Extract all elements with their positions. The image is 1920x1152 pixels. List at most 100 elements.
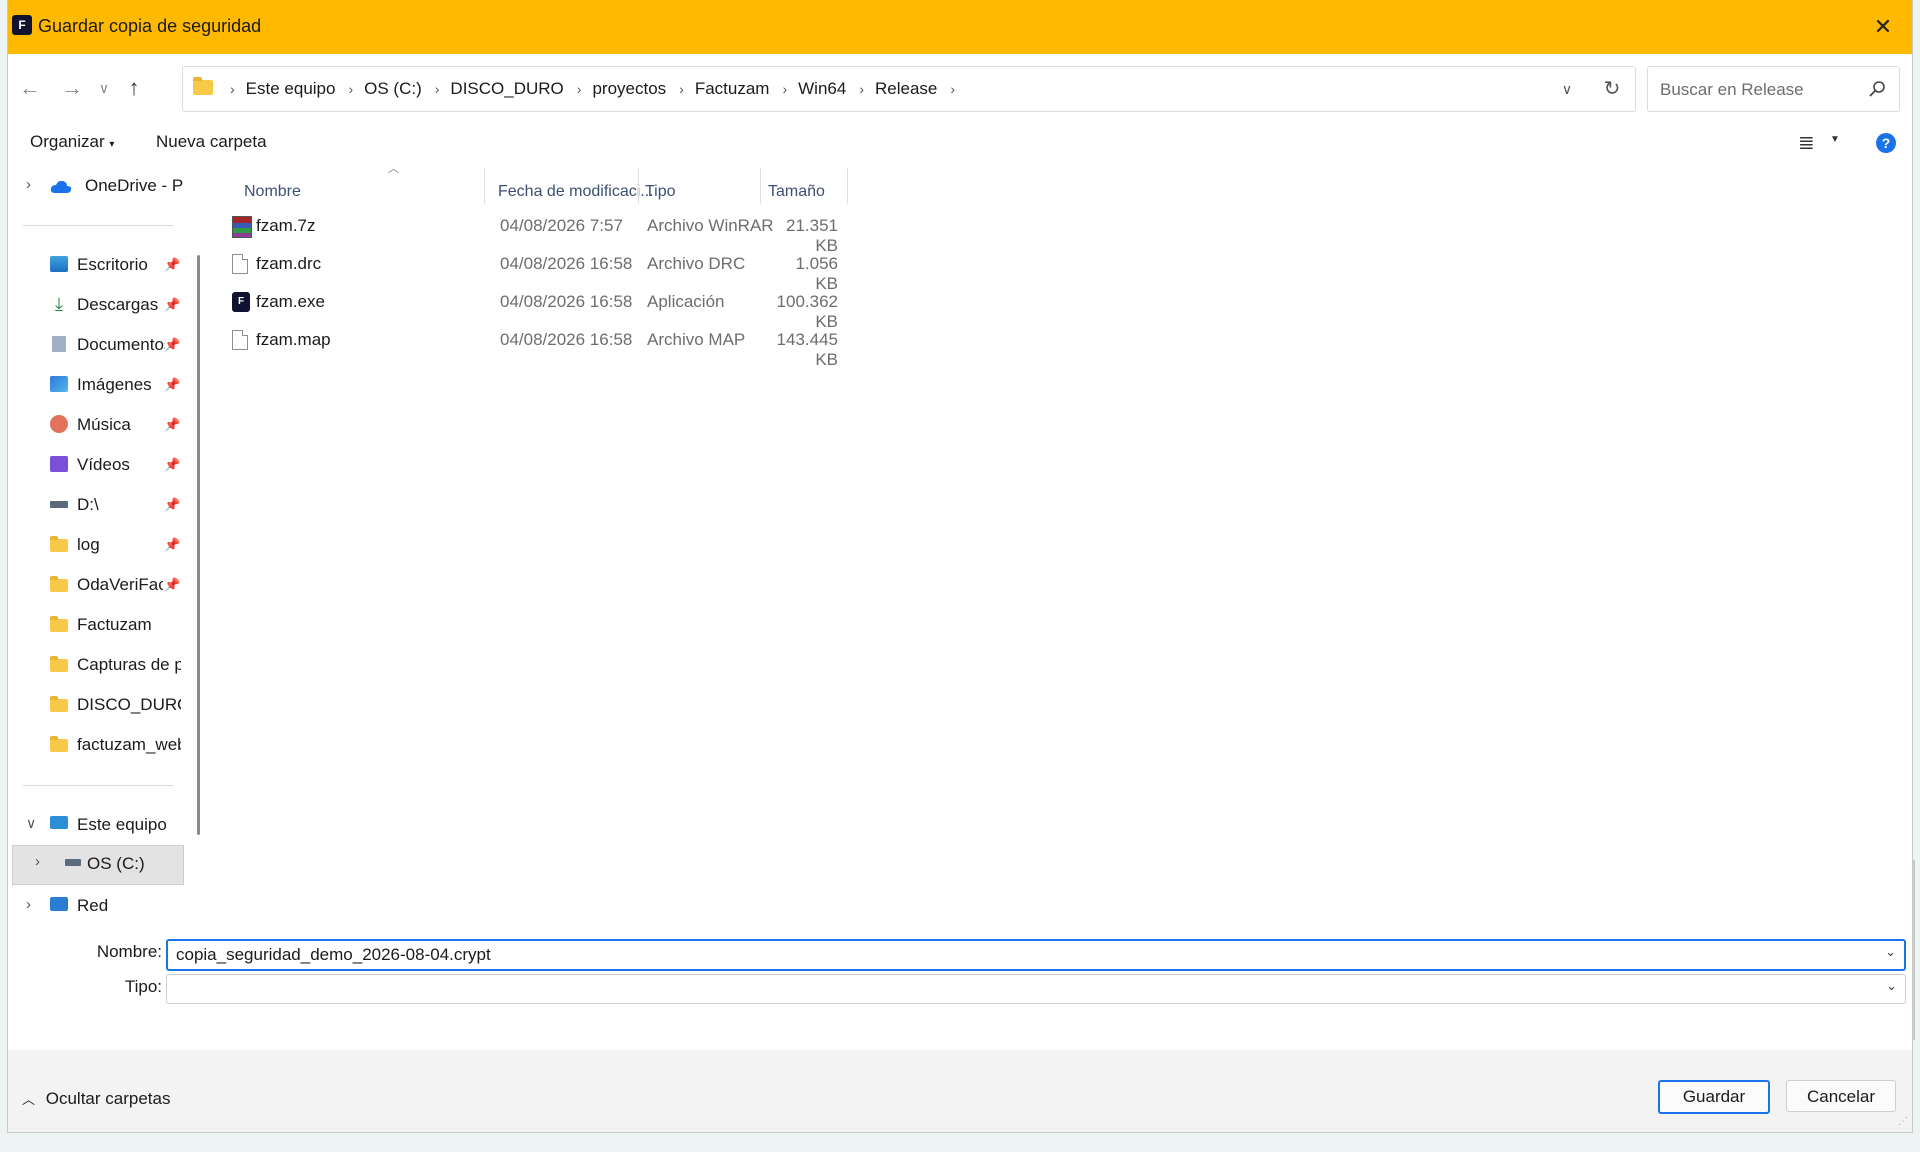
sidebar-item-videos[interactable]: Vídeos 📌 xyxy=(8,449,184,481)
chevron-right-icon[interactable]: › xyxy=(35,853,40,870)
recent-locations-button[interactable]: ∨ xyxy=(88,72,120,104)
hide-folders-button[interactable]: ︿ Ocultar carpetas xyxy=(22,1089,170,1109)
sidebar-item-capturas[interactable]: Capturas de p xyxy=(8,649,184,681)
column-header-size[interactable]: Tamaño xyxy=(768,174,825,210)
chevron-down-icon[interactable]: ⌄ xyxy=(1885,944,1896,960)
window-edge-scrollbar xyxy=(1912,860,1915,1040)
app-logo-icon: F xyxy=(12,15,32,35)
download-icon: ⤓ xyxy=(55,294,63,314)
file-row[interactable]: fzam.7z 04/08/2026 7:57 Archivo WinRAR 2… xyxy=(204,208,1104,255)
cancel-button[interactable]: Cancelar xyxy=(1786,1080,1896,1112)
chevron-right-icon[interactable]: › xyxy=(679,81,684,97)
arrow-left-icon: ← xyxy=(19,75,41,100)
file-row[interactable]: F fzam.exe 04/08/2026 16:58 Aplicación 1… xyxy=(204,284,1104,331)
breadcrumb-proyectos[interactable]: proyectos xyxy=(592,79,666,99)
address-bar[interactable]: › Este equipo › OS (C:) › DISCO_DURO › p… xyxy=(182,66,1636,112)
caret-down-icon[interactable]: ▼ xyxy=(1830,134,1840,145)
forward-button[interactable]: → xyxy=(56,72,88,104)
cloud-icon xyxy=(50,180,72,193)
sidebar-item-drive-d[interactable]: D:\ 📌 xyxy=(8,489,184,521)
navigation-scrollbar[interactable] xyxy=(197,255,200,835)
sidebar-item-onedrive[interactable]: › OneDrive - Pe xyxy=(8,170,184,202)
filetype-select[interactable]: ⌄ xyxy=(166,974,1906,1004)
pin-icon: 📌 xyxy=(164,537,181,552)
back-button[interactable]: ← xyxy=(14,72,46,104)
column-divider[interactable] xyxy=(760,168,761,204)
sidebar-item-label: Capturas de p xyxy=(77,655,181,674)
filename-combobox[interactable]: ⌄ xyxy=(166,939,1906,971)
pin-icon: 📌 xyxy=(164,497,181,512)
close-button[interactable]: ✕ xyxy=(1854,0,1912,54)
file-date: 04/08/2026 16:58 xyxy=(500,330,633,349)
help-button[interactable]: ? xyxy=(1876,133,1896,153)
column-divider[interactable] xyxy=(484,168,485,204)
sort-ascending-icon: ︿ xyxy=(388,163,399,175)
chevron-right-icon[interactable]: › xyxy=(435,81,440,97)
file-row[interactable]: fzam.drc 04/08/2026 16:58 Archivo DRC 1.… xyxy=(204,246,1104,293)
pin-icon: 📌 xyxy=(164,457,181,472)
sidebar-item-log[interactable]: log 📌 xyxy=(8,529,184,561)
refresh-icon: ↻ xyxy=(1603,78,1621,100)
breadcrumb-factuzam[interactable]: Factuzam xyxy=(695,79,770,99)
file-row[interactable]: fzam.map 04/08/2026 16:58 Archivo MAP 14… xyxy=(204,322,1104,369)
drive-icon xyxy=(50,501,68,508)
sidebar-item-odaverifac[interactable]: OdaVeriFac 📌 xyxy=(8,569,184,601)
pin-icon: 📌 xyxy=(164,337,181,352)
address-history-dropdown[interactable]: ∨ xyxy=(1555,77,1579,101)
sidebar-item-red[interactable]: › Red xyxy=(8,890,184,922)
save-button[interactable]: Guardar xyxy=(1658,1080,1770,1114)
organize-button[interactable]: Organizar ▾ xyxy=(30,132,114,152)
chevron-right-icon[interactable]: › xyxy=(577,81,582,97)
file-name: fzam.map xyxy=(256,330,331,349)
sidebar-item-label: OneDrive - Pe xyxy=(85,176,184,195)
chevron-down-icon[interactable]: ∨ xyxy=(26,815,36,832)
refresh-button[interactable]: ↻ xyxy=(1599,76,1625,102)
search-box[interactable] xyxy=(1647,66,1900,113)
chevron-right-icon[interactable]: › xyxy=(950,81,955,97)
chevron-right-icon[interactable]: › xyxy=(782,81,787,97)
sidebar-item-documentos[interactable]: Documentos 📌 xyxy=(8,329,184,361)
file-date: 04/08/2026 16:58 xyxy=(500,254,633,273)
chevron-right-icon[interactable]: › xyxy=(26,896,31,913)
title-bar[interactable]: F Guardar copia de seguridad ✕ xyxy=(8,0,1912,54)
chevron-right-icon[interactable]: › xyxy=(348,81,353,97)
filename-input[interactable] xyxy=(174,942,1868,968)
file-list: Nombre ︿ Fecha de modificaci... Tipo Tam… xyxy=(204,163,1912,924)
sidebar-item-escritorio[interactable]: Escritorio 📌 xyxy=(8,249,184,281)
column-divider[interactable] xyxy=(638,168,639,204)
breadcrumb-release[interactable]: Release xyxy=(875,79,937,99)
view-options-button[interactable]: ≣ xyxy=(1798,130,1815,155)
breadcrumb-os-c[interactable]: OS (C:) xyxy=(364,79,422,99)
column-header-date[interactable]: Fecha de modificaci... xyxy=(498,174,654,210)
chevron-right-icon[interactable]: › xyxy=(859,81,864,97)
sidebar-item-musica[interactable]: Música 📌 xyxy=(8,409,184,441)
sidebar-item-imagenes[interactable]: Imágenes 📌 xyxy=(8,369,184,401)
sidebar-item-este-equipo[interactable]: ∨ Este equipo xyxy=(8,809,184,841)
sidebar-item-factuzam[interactable]: Factuzam xyxy=(8,609,184,641)
new-folder-button[interactable]: Nueva carpeta xyxy=(156,132,267,152)
sidebar-item-os-c[interactable]: › OS (C:) xyxy=(12,845,184,885)
sidebar-item-descargas[interactable]: ⤓ Descargas 📌 xyxy=(8,289,184,321)
breadcrumb-win64[interactable]: Win64 xyxy=(798,79,846,99)
help-icon: ? xyxy=(1881,135,1891,151)
pictures-icon xyxy=(50,376,68,392)
sidebar-item-label: OS (C:) xyxy=(87,854,145,873)
file-type: Archivo DRC xyxy=(647,254,746,273)
column-header-name[interactable]: Nombre xyxy=(244,174,301,210)
sidebar-item-label: DISCO_DURO xyxy=(77,695,181,714)
column-header-type[interactable]: Tipo xyxy=(645,174,676,210)
chevron-down-icon[interactable]: ⌄ xyxy=(1886,978,1897,994)
file-name: fzam.7z xyxy=(256,216,316,235)
breadcrumb-este-equipo[interactable]: Este equipo xyxy=(246,79,336,99)
column-divider[interactable] xyxy=(847,168,848,204)
chevron-right-icon[interactable]: › xyxy=(230,81,235,97)
search-input[interactable] xyxy=(1658,67,1862,113)
pin-icon: 📌 xyxy=(164,257,181,272)
chevron-right-icon[interactable]: › xyxy=(26,176,31,193)
sidebar-item-factuzam-web[interactable]: factuzam_web xyxy=(8,729,184,761)
resize-grip-icon[interactable]: ⋰ xyxy=(1898,1116,1908,1127)
breadcrumb-disco-duro[interactable]: DISCO_DURO xyxy=(450,79,563,99)
videos-icon xyxy=(50,456,68,472)
sidebar-item-disco-duro[interactable]: DISCO_DURO xyxy=(8,689,184,721)
up-button[interactable]: ↑ xyxy=(118,72,150,104)
